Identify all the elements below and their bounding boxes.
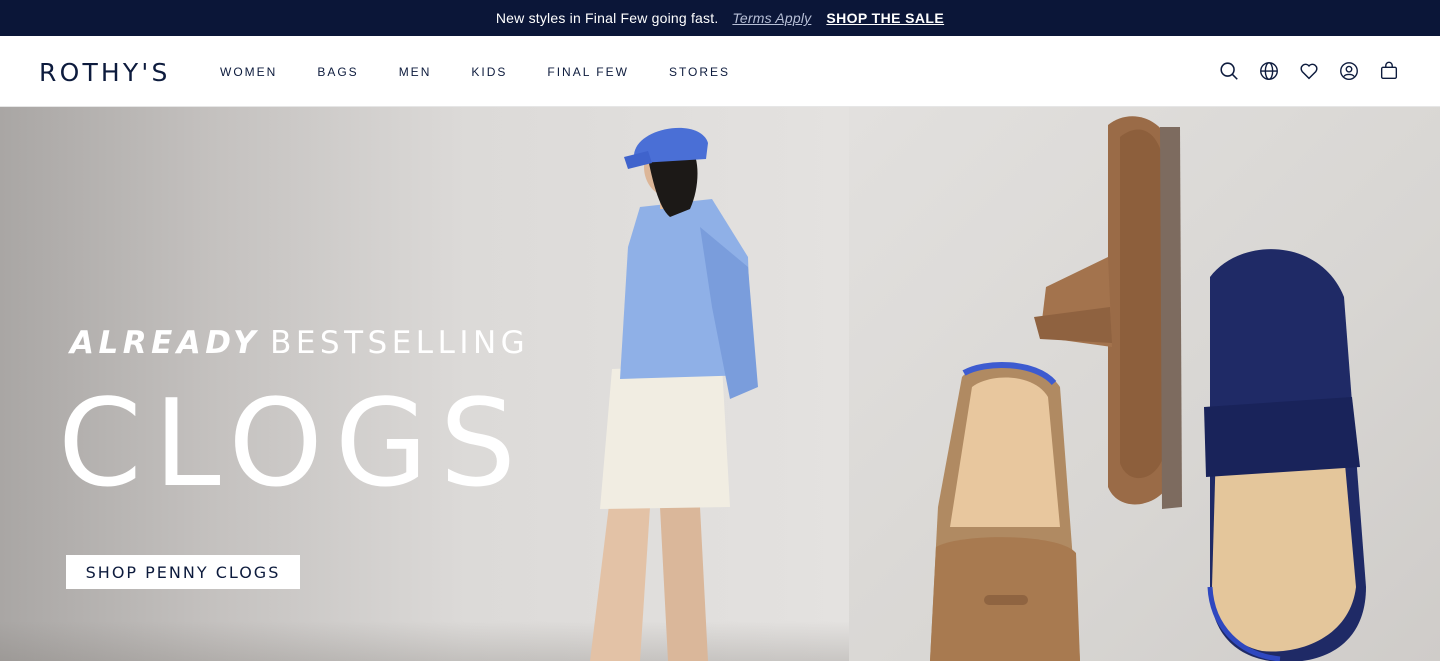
shop-penny-clogs-button[interactable]: SHOP PENNY CLOGS [66,555,300,589]
tagline-italic: ALREADY [70,325,261,361]
nav-item-stores[interactable]: STORES [669,65,730,79]
header-icons [1200,60,1400,82]
logo[interactable]: ROTHY'S [39,58,171,87]
shop-sale-link[interactable]: SHOP THE SALE [826,10,944,26]
nav-item-kids[interactable]: KIDS [471,65,507,79]
nav-item-bags[interactable]: BAGS [317,65,358,79]
announcement-message: New styles in Final Few going fast. [495,10,719,26]
terms-link[interactable]: Terms Apply [732,10,811,26]
nav-item-women[interactable]: WOMEN [220,65,277,79]
tagline-rest: BESTSELLING [270,325,530,361]
brown-clog-bottom [930,362,1080,661]
site-header: ROTHY'S WOMEN BAGS MEN KIDS FINAL FEW ST… [0,36,1440,107]
nav-item-men[interactable]: MEN [399,65,432,79]
navy-clog [1204,249,1366,661]
account-icon[interactable] [1338,60,1360,82]
hero-headline: CLOGS [58,375,528,514]
announcement-bar: New styles in Final Few going fast. Term… [0,0,1440,36]
bag-icon[interactable] [1378,60,1400,82]
model-figure [590,127,758,661]
main-nav: WOMEN BAGS MEN KIDS FINAL FEW STORES [220,65,770,79]
hero-banner[interactable]: ALREADY BESTSELLING CLOGS SHOP PENNY CLOG… [0,107,1440,661]
search-icon[interactable] [1218,60,1240,82]
nav-item-final-few[interactable]: FINAL FEW [547,65,629,79]
heart-icon[interactable] [1298,60,1320,82]
hero-tagline: ALREADY BESTSELLING [70,325,529,361]
globe-icon[interactable] [1258,60,1280,82]
